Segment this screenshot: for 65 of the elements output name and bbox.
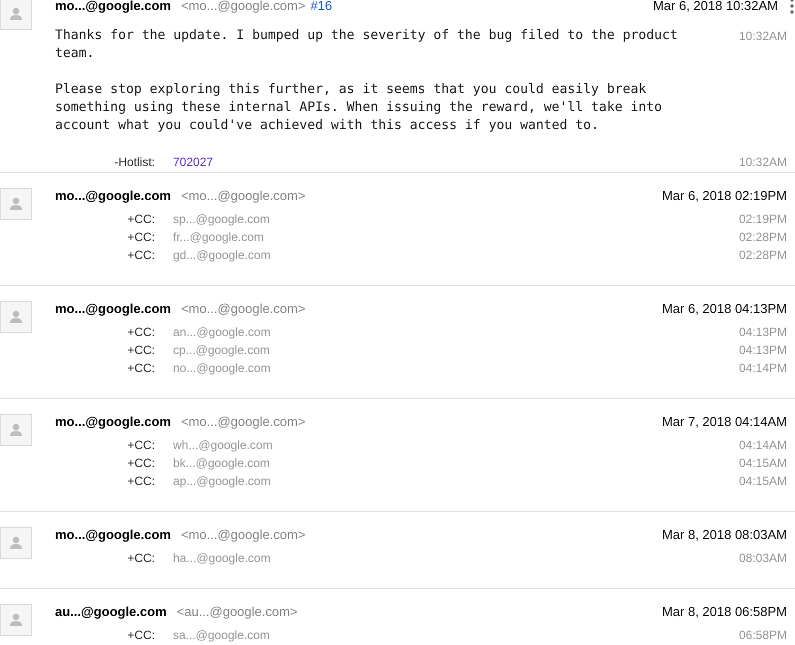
cc-email: an...@google.com (173, 324, 271, 341)
avatar-icon (0, 0, 32, 30)
author-email: <mo...@google.com> (180, 0, 306, 14)
change-time: 10:32AM (738, 154, 787, 171)
cc-email: sa...@google.com (173, 627, 270, 644)
comment-date: Mar 6, 2018 10:32AM (652, 0, 778, 14)
avatar-icon (0, 604, 32, 636)
change-time: 04:15AM (738, 455, 787, 472)
cc-email: fr...@google.com (173, 229, 264, 246)
author-name[interactable]: mo...@google.com (55, 301, 171, 317)
change-time: 04:14PM (738, 360, 787, 377)
more-menu-icon[interactable] (789, 0, 795, 14)
comment-text: Please stop exploring this further, as it seems that you could easily break something using these internal APIs. When issuing the reward, we'll take into account what you could've achieved with this access if you wanted to. (55, 81, 663, 135)
author-email: <mo...@google.com> (180, 188, 306, 204)
author-email: <mo...@google.com> (180, 527, 306, 543)
cc-email: gd...@google.com (173, 247, 271, 264)
change-time: 02:28PM (738, 247, 787, 264)
change-label: +CC: (126, 360, 155, 377)
change-label: +CC: (126, 229, 155, 246)
author-email: <mo...@google.com> (180, 301, 306, 317)
change-label: +CC: (126, 437, 155, 454)
comment-time: 10:32AM (738, 28, 787, 45)
change-time: 04:13PM (738, 342, 787, 359)
comment-date: Mar 7, 2018 04:14AM (662, 414, 787, 430)
cc-email: no...@google.com (173, 360, 271, 377)
change-time: 02:19PM (738, 211, 787, 228)
change-time: 04:15AM (738, 473, 787, 490)
avatar-icon (0, 188, 32, 220)
avatar-icon (0, 414, 32, 446)
comment-link[interactable]: #16 (310, 0, 332, 14)
change-time: 06:58PM (738, 627, 787, 644)
avatar-icon (0, 301, 32, 333)
cc-email: ap...@google.com (173, 473, 271, 490)
author-name[interactable]: mo...@google.com (55, 414, 171, 430)
comment-date: Mar 8, 2018 08:03AM (662, 527, 787, 543)
comment-date: Mar 6, 2018 02:19PM (662, 188, 787, 204)
change-label: -Hotlist: (113, 154, 155, 171)
change-time: 04:13PM (738, 324, 787, 341)
change-time: 04:14AM (738, 437, 787, 454)
author-name[interactable]: mo...@google.com (55, 527, 171, 543)
change-label: +CC: (126, 627, 155, 644)
change-label: +CC: (126, 211, 155, 228)
author-name[interactable]: mo...@google.com (55, 0, 171, 14)
author-name[interactable]: au...@google.com (55, 604, 167, 620)
cc-email: wh...@google.com (173, 437, 273, 454)
comment-date: Mar 8, 2018 06:58PM (662, 604, 787, 620)
author-email: <mo...@google.com> (180, 414, 306, 430)
cc-email: sp...@google.com (173, 211, 270, 228)
comment-text: Thanks for the update. I bumped up the severity of the bug filed to the product team. (55, 27, 679, 63)
author-email: <au...@google.com> (176, 604, 298, 620)
avatar-icon (0, 527, 32, 559)
cc-email: bk...@google.com (173, 455, 270, 472)
change-label: +CC: (126, 342, 155, 359)
author-name[interactable]: mo...@google.com (55, 188, 171, 204)
change-time: 08:03AM (738, 550, 787, 567)
cc-email: cp...@google.com (173, 342, 270, 359)
change-label: +CC: (126, 455, 155, 472)
cc-email: ha...@google.com (173, 550, 271, 567)
change-label: +CC: (126, 247, 155, 264)
change-label: +CC: (126, 550, 155, 567)
hotlist-link[interactable]: 702027 (173, 153, 214, 171)
comment-date: Mar 6, 2018 04:13PM (662, 301, 787, 317)
change-label: +CC: (126, 324, 155, 341)
change-time: 02:28PM (738, 229, 787, 246)
change-label: +CC: (126, 473, 155, 490)
